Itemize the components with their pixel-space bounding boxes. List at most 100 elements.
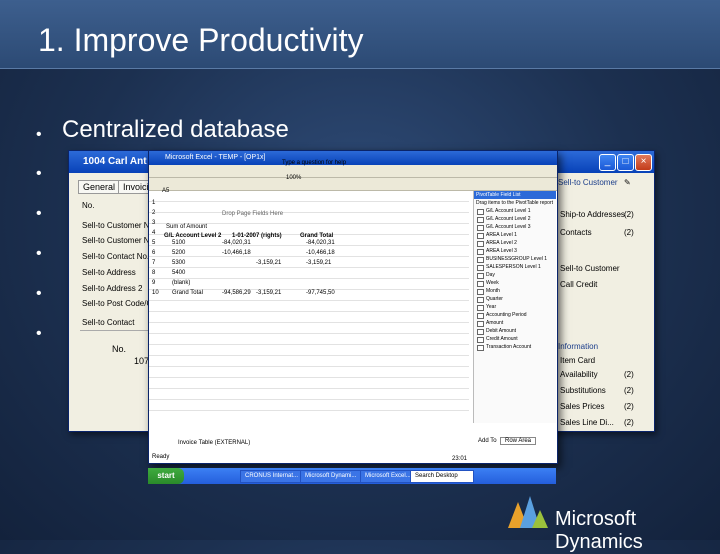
field-sell-to-address: Sell-to Address [82,268,136,277]
pivot-field-item[interactable]: AREA Level 2 [474,239,556,247]
pivot-field-list[interactable]: PivotTable Field List Drag items to the … [473,191,556,423]
row-number[interactable]: 10 [152,290,159,296]
side-sell-to-customer: Sell-to Customer [560,264,620,273]
pivot-field-item[interactable]: G/L Account Level 1 [474,207,556,215]
minimize-icon[interactable]: _ [599,154,616,171]
pivot-field-item[interactable]: BUSINESSGROUP Level 1 [474,255,556,263]
pivot-row-label[interactable]: 5300 [172,260,185,266]
excel-search-hint: Type a question for help [282,160,347,166]
side-sales-line-count: (2) [624,418,634,427]
excel-cell-ref[interactable]: A5 [162,188,169,194]
pivot-cell-value[interactable]: -3,159,21 [256,290,281,296]
pivot-field-item[interactable]: Month [474,287,556,295]
side-edit-icon[interactable]: ✎ [624,178,631,187]
tab-general[interactable]: General [78,180,121,194]
pivot-cell-value[interactable]: -94,586,29 [222,290,251,296]
row-number[interactable]: 6 [152,250,155,256]
excel-sheet-tabs[interactable]: Invoice Table (EXTERNAL) [178,440,250,446]
pivot-field-item[interactable]: Transaction Account [474,343,556,351]
side-contacts-count: (2) [624,228,634,237]
row-number[interactable]: 4 [152,230,155,236]
pivot-field-item[interactable]: AREA Level 3 [474,247,556,255]
pivot-field-item[interactable]: AREA Level 1 [474,231,556,239]
pivot-field-item[interactable]: Year [474,303,556,311]
pivot-field-item[interactable]: Debit Amount [474,327,556,335]
side-contacts[interactable]: Contacts [560,228,592,237]
side-information-header: Information [558,342,599,351]
row-number[interactable]: 2 [152,210,155,216]
pivot-cell-value[interactable]: -3,159,21 [256,260,281,266]
row-number[interactable]: 9 [152,280,155,286]
side-ship-to-addresses[interactable]: Ship-to Addresses [560,210,625,219]
side-substitutions[interactable]: Substitutions [560,386,606,395]
side-availability-count: (2) [624,370,634,379]
row-number[interactable]: 3 [152,220,155,226]
pivot-title: PivotTable Field List [474,191,556,199]
excel-formula-bar[interactable] [149,178,557,191]
pivot-col-header-2: 1-01-2007 (rights) [232,233,282,239]
maximize-icon[interactable]: □ [617,154,634,171]
pivot-field-item[interactable]: Amount [474,319,556,327]
pivot-cell-total[interactable]: -10,466,18 [306,250,335,256]
field-sell-to-address-2: Sell-to Address 2 [82,284,143,293]
pivot-field-item[interactable]: Credit Amount [474,335,556,343]
pivot-cell-total[interactable]: -84,020,31 [306,240,335,246]
field-sell-to-contact: Sell-to Contact [82,318,135,327]
pivot-cell-total[interactable]: -97,745,50 [306,290,335,296]
bullet-centralized-database: Centralized database [62,116,289,143]
side-substitutions-count: (2) [624,386,634,395]
pivot-field-item[interactable]: G/L Account Level 3 [474,223,556,231]
field-sell-to-customer-no: Sell-to Customer No. [82,221,157,230]
field-divider [80,330,152,331]
row-number[interactable]: 5 [152,240,155,246]
bullet-dot: • [36,285,42,302]
row-number[interactable]: 8 [152,270,155,276]
side-call-credit[interactable]: Call Credit [560,280,597,289]
excel-zoom[interactable]: 100% [286,175,301,181]
drop-page-fields: Drop Page Fields Here [222,211,284,217]
bullet-dot: • [36,165,42,182]
pivot-row-label[interactable]: 5100 [172,240,185,246]
bullet-dot: • [36,205,42,222]
bullet-dot: • [36,245,42,262]
pivot-field-item[interactable]: G/L Account Level 2 [474,215,556,223]
pivot-field-item[interactable]: Accounting Period [474,311,556,319]
field-sell-to-contact-no: Sell-to Contact No. [82,252,150,261]
pivot-field-item[interactable]: SALESPERSON Level 1 [474,263,556,271]
pivot-col-header-3: Grand Total [300,233,334,239]
excel-title: Microsoft Excel - TEMP - [OP1x] [149,151,557,165]
pivot-col-header-1: G/L Account Level 2 [164,233,222,239]
windows-taskbar[interactable]: start CRONUS Internat... Microsoft Dynam… [148,456,556,484]
pivot-row-label[interactable]: (blank) [172,280,190,286]
pivot-cell-total[interactable]: -3,159,21 [306,260,331,266]
side-item-card[interactable]: Item Card [560,356,595,365]
side-sales-prices-count: (2) [624,402,634,411]
pivot-cell-value[interactable]: -10,466,18 [222,250,251,256]
close-icon[interactable]: × [635,154,652,171]
slide-title: 1. Improve Productivity [38,22,364,58]
taskbar-clock: 23:01 [452,456,468,462]
taskbar-item-dynamics[interactable]: Microsoft Dynami... [300,470,362,483]
taskbar-search[interactable]: Search Desktop [410,470,474,483]
row-number[interactable]: 7 [152,260,155,266]
excel-window[interactable]: Microsoft Excel - TEMP - [OP1x] PivotTab… [148,150,558,464]
lines-header: No. [112,344,127,354]
add-to-label: Add To [478,438,497,444]
pivot-field-item[interactable]: Quarter [474,295,556,303]
side-sales-prices[interactable]: Sales Prices [560,402,604,411]
side-availability[interactable]: Availability [560,370,598,379]
excel-toolbar[interactable] [149,165,557,178]
field-no: No. [82,201,95,210]
start-button[interactable]: start [148,468,184,484]
pivot-cell-value[interactable]: -84,020,31 [222,240,251,246]
side-ship-to-count: (2) [624,210,634,219]
pivot-row-label[interactable]: Grand Total [172,290,203,296]
pivot-row-label[interactable]: 5400 [172,270,185,276]
pivot-field-item[interactable]: Day [474,271,556,279]
taskbar-item-cronus[interactable]: CRONUS Internat... [240,470,302,483]
side-sales-line-disc[interactable]: Sales Line Di... [560,418,614,427]
row-number[interactable]: 1 [152,200,155,206]
pivot-field-item[interactable]: Week [474,279,556,287]
add-to-select[interactable]: Row Area [500,437,537,445]
pivot-row-label[interactable]: 5200 [172,250,185,256]
